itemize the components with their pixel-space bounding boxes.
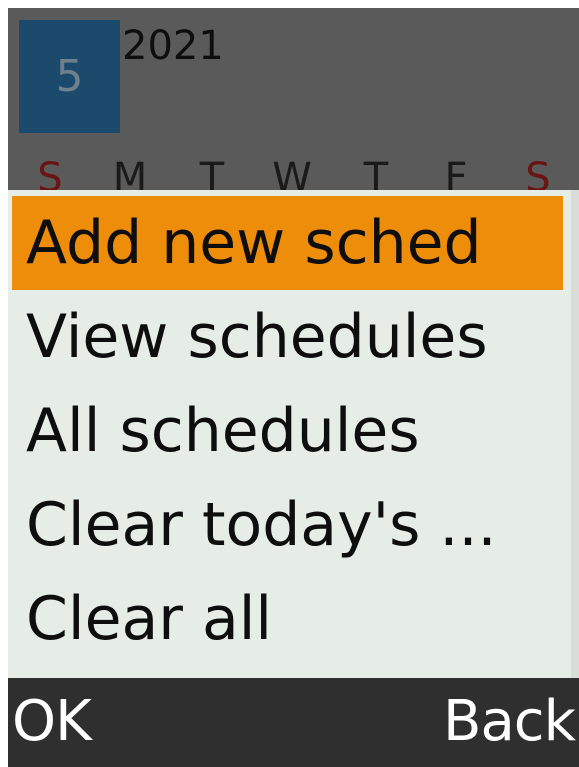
- weekday-wednesday: W: [272, 155, 312, 190]
- weekday-saturday: S: [525, 155, 551, 190]
- calendar-header: 5 2021 S M T W T F S: [8, 8, 579, 190]
- year-label: 2021: [122, 23, 224, 69]
- weekday-friday: F: [444, 155, 468, 190]
- menu-item-clear-today[interactable]: Clear today's ...: [12, 478, 563, 572]
- menu-item-clear-all[interactable]: Clear all: [12, 572, 563, 666]
- weekday-row: S M T W T F S: [8, 148, 579, 190]
- weekday-monday: M: [112, 155, 148, 190]
- menu-item-add-new-schedule[interactable]: Add new sched: [12, 196, 563, 290]
- month-indicator: 5: [19, 20, 120, 133]
- screen-border-left: [0, 0, 8, 767]
- ok-softkey[interactable]: OK: [12, 688, 92, 756]
- menu-list: Add new sched View schedules All schedul…: [12, 196, 563, 666]
- options-menu: Add new sched View schedules All schedul…: [8, 190, 579, 678]
- weekday-tuesday: T: [199, 155, 225, 190]
- phone-screen: 5 2021 S M T W T F S Add new sched View …: [0, 0, 579, 767]
- menu-item-view-schedules[interactable]: View schedules: [12, 290, 563, 384]
- softkey-bar: OK Back: [8, 678, 579, 767]
- menu-item-all-schedules[interactable]: All schedules: [12, 384, 563, 478]
- back-softkey[interactable]: Back: [443, 688, 576, 756]
- screen-border-top: [0, 0, 579, 8]
- weekday-sunday: S: [37, 155, 63, 190]
- weekday-thursday: T: [363, 155, 389, 190]
